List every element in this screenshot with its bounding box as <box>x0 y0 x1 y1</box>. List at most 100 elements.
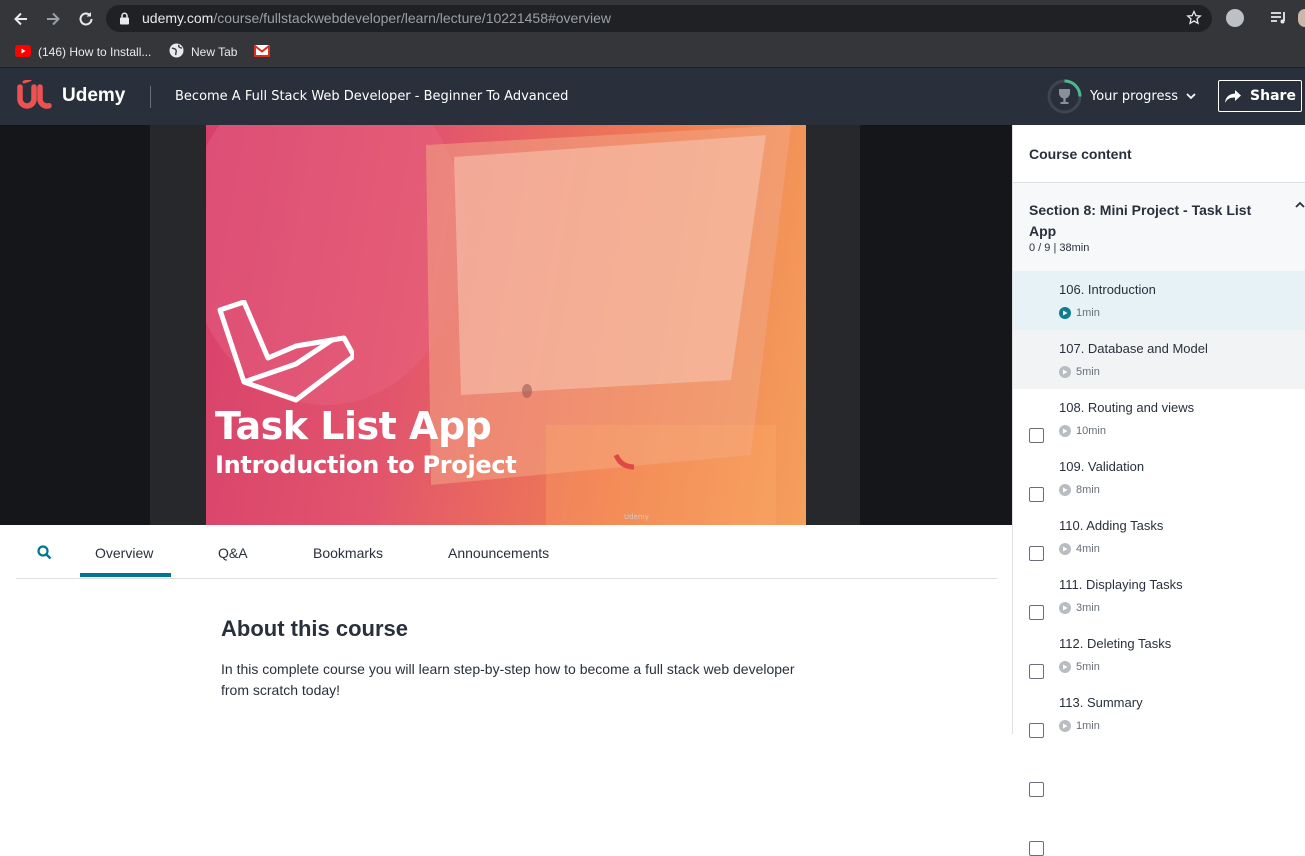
active-tab-indicator <box>80 573 171 577</box>
lecture-tabs: Overview Q&A Bookmarks Announcements <box>16 525 997 579</box>
lecture-duration: 4min <box>1076 543 1100 555</box>
tab-bookmarks[interactable]: Bookmarks <box>313 545 383 561</box>
chevron-down-icon <box>1186 93 1196 100</box>
logo-text: Udemy <box>62 85 126 106</box>
url-host: udemy.com <box>142 10 214 26</box>
arrow-left-icon <box>14 12 27 26</box>
play-circle-icon <box>1059 602 1071 614</box>
lecture-meta: 1min <box>1059 720 1100 732</box>
gmail-icon <box>254 43 270 60</box>
globe-icon <box>169 43 184 61</box>
udemy-u-icon <box>17 80 52 109</box>
lecture-item[interactable]: 109. Validation 8min <box>1013 448 1305 620</box>
lecture-title: 111. Displaying Tasks <box>1059 577 1183 592</box>
lecture-item[interactable]: 108. Routing and views 10min <box>1013 389 1305 561</box>
youtube-icon <box>15 44 31 60</box>
tab-overview[interactable]: Overview <box>95 545 153 561</box>
video-player[interactable]: Task List App Introduction to Project Ud… <box>0 125 1012 525</box>
section-title: Section 8: Mini Project - Task List App <box>1029 202 1252 239</box>
lecture-item[interactable]: 111. Displaying Tasks 3min <box>1013 566 1305 738</box>
lecture-duration: 8min <box>1076 484 1100 496</box>
reload-icon <box>79 12 93 26</box>
lecture-checkbox[interactable] <box>1029 782 1044 797</box>
lecture-meta: 10min <box>1059 425 1106 437</box>
bookmark-gmail[interactable] <box>254 43 270 61</box>
lecture-meta: 5min <box>1059 661 1100 673</box>
bookmark-label: New Tab <box>191 45 238 59</box>
video-title: Task List App <box>215 404 492 448</box>
lecture-duration: 5min <box>1076 366 1100 378</box>
play-circle-icon <box>1059 720 1071 732</box>
lecture-duration: 10min <box>1076 425 1106 437</box>
udemy-logo[interactable]: Udemy <box>16 80 125 112</box>
sidebar-title: Course content <box>1029 146 1132 162</box>
lecture-item[interactable]: 113. Summary 1min <box>1013 684 1305 856</box>
search-icon[interactable] <box>37 545 52 560</box>
share-arrow-icon <box>1225 89 1242 103</box>
address-bar[interactable]: udemy.com/course/fullstackwebdeveloper/l… <box>106 5 1212 32</box>
forward-button[interactable] <box>40 6 66 32</box>
udemy-watermark: Udemy <box>624 513 649 521</box>
lecture-item[interactable]: 110. Adding Tasks 4min <box>1013 507 1305 679</box>
arrow-right-icon <box>47 12 60 26</box>
about-description: In this complete course you will learn s… <box>221 661 795 698</box>
about-heading: About this course <box>221 616 409 641</box>
course-content-sidebar: Course content Section 8: Mini Project -… <box>1012 125 1305 856</box>
profile-avatar[interactable] <box>1298 9 1305 27</box>
tab-announcements[interactable]: Announcements <box>448 545 549 561</box>
lecture-item[interactable]: 107. Database and Model 5min <box>1013 330 1305 502</box>
tab-qa[interactable]: Q&A <box>218 545 248 561</box>
browser-toolbar: udemy.com/course/fullstackwebdeveloper/l… <box>0 0 1305 37</box>
play-circle-icon <box>1059 307 1071 319</box>
play-circle-icon <box>1059 484 1071 496</box>
progress-dropdown[interactable]: Your progress <box>1047 79 1196 114</box>
course-title[interactable]: Become A Full Stack Web Developer - Begi… <box>175 89 568 104</box>
lecture-meta: 3min <box>1059 602 1100 614</box>
progress-label: Your progress <box>1090 89 1179 104</box>
lecture-item[interactable]: 112. Deleting Tasks 5min <box>1013 625 1305 797</box>
app-header: Udemy Become A Full Stack Web Developer … <box>0 68 1305 125</box>
bookmark-label: (146) How to Install... <box>38 45 152 59</box>
play-circle-icon <box>1059 366 1071 378</box>
lecture-title: 113. Summary <box>1059 695 1143 710</box>
extension-icon[interactable] <box>1226 9 1244 27</box>
lecture-duration: 3min <box>1076 602 1100 614</box>
lecture-title: 108. Routing and views <box>1059 400 1195 415</box>
lecture-title: 107. Database and Model <box>1059 341 1208 356</box>
video-subtitle: Introduction to Project <box>215 451 517 479</box>
sidebar-header: Course content <box>1013 125 1305 183</box>
lecture-thumbnail[interactable]: Task List App Introduction to Project <box>206 125 806 525</box>
lecture-duration: 1min <box>1076 720 1100 732</box>
url-text: udemy.com/course/fullstackwebdeveloper/l… <box>142 10 611 26</box>
lecture-meta: 4min <box>1059 543 1100 555</box>
lecture-duration: 1min <box>1076 307 1100 319</box>
lecture-meta: 5min <box>1059 366 1100 378</box>
bookmark-youtube[interactable]: (146) How to Install... <box>15 43 151 61</box>
back-button[interactable] <box>8 6 34 32</box>
lecture-title: 109. Validation <box>1059 459 1145 474</box>
lecture-title: 106. Introduction <box>1059 282 1156 297</box>
media-queue-icon[interactable] <box>1270 10 1288 26</box>
lecture-meta: 1min <box>1059 307 1100 319</box>
section-header[interactable]: Section 8: Mini Project - Task List App … <box>1013 183 1305 271</box>
trophy-icon <box>1047 79 1082 114</box>
lecture-title: 110. Adding Tasks <box>1059 518 1164 533</box>
play-circle-icon <box>1059 425 1071 437</box>
laravel-logo-icon <box>217 300 354 403</box>
lecture-meta: 8min <box>1059 484 1100 496</box>
header-divider <box>150 86 151 108</box>
share-button[interactable]: Share <box>1218 80 1302 112</box>
lecture-checkbox[interactable] <box>1029 841 1044 856</box>
url-path: /course/fullstackwebdeveloper/learn/lect… <box>213 10 612 26</box>
play-circle-icon <box>1059 543 1071 555</box>
lock-icon <box>120 12 129 25</box>
lecture-title: 112. Deleting Tasks <box>1059 636 1172 651</box>
play-circle-icon <box>1059 661 1071 673</box>
star-icon[interactable] <box>1186 10 1202 26</box>
section-meta: 0 / 9 | 38min <box>1029 242 1090 254</box>
chevron-up-icon[interactable] <box>1295 201 1305 208</box>
bookmark-new-tab[interactable]: New Tab <box>169 43 237 61</box>
reload-button[interactable] <box>73 6 99 32</box>
lecture-item[interactable]: 106. Introduction 1min <box>1013 271 1305 443</box>
share-label: Share <box>1250 88 1296 104</box>
